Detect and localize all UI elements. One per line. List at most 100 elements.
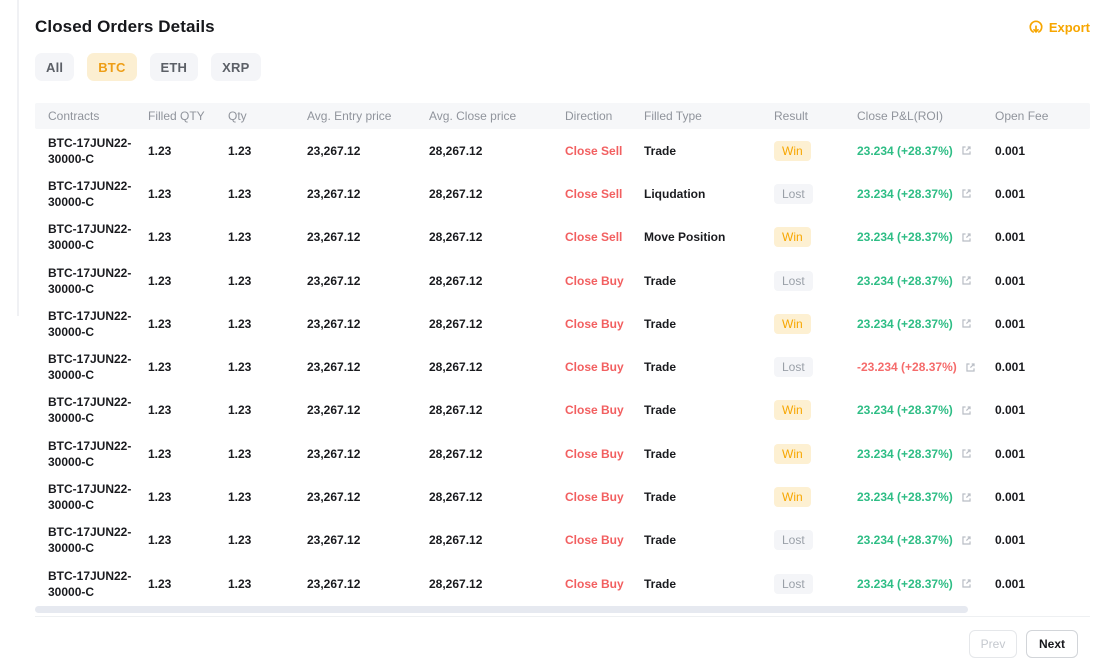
cell-open-fee: 0.001 xyxy=(995,576,1026,591)
table-row: BTC-17JUN22-30000-C 1.23 1.23 23,267.12 … xyxy=(35,259,1090,302)
result-badge: Lost xyxy=(774,270,813,291)
cell-close-pnl: 23.234 (+28.37%) xyxy=(857,187,995,201)
cell-filled-type: Trade xyxy=(644,576,677,591)
cell-contracts: BTC-17JUN22-30000-C xyxy=(48,525,132,556)
cell-open-fee: 0.001 xyxy=(995,446,1026,461)
cell-direction: Close Buy xyxy=(565,446,624,461)
cell-close-pnl: 23.234 (+28.37%) xyxy=(857,317,995,331)
column-header-direction: Direction xyxy=(565,109,613,123)
table-row: BTC-17JUN22-30000-C 1.23 1.23 23,267.12 … xyxy=(35,389,1090,432)
tab-all[interactable]: All xyxy=(35,53,75,81)
cell-avg-entry-price: 23,267.12 xyxy=(307,230,361,245)
external-link-icon[interactable] xyxy=(960,144,973,157)
cell-filled-type: Trade xyxy=(644,273,677,288)
result-badge: Win xyxy=(774,140,811,161)
cell-open-fee: 0.001 xyxy=(995,403,1026,418)
scrollbar-thumb[interactable] xyxy=(35,606,968,614)
column-header-close-p-l-roi: Close P&L(ROI) xyxy=(857,109,944,123)
cell-filled-qty: 1.23 xyxy=(148,490,172,505)
tab-xrp[interactable]: XRP xyxy=(211,53,261,81)
pnl-value: 23.234 (+28.37%) xyxy=(857,273,953,288)
cell-result: Lost xyxy=(774,573,857,594)
external-link-icon[interactable] xyxy=(960,231,973,244)
table-bottom-divider xyxy=(35,616,1090,618)
pnl-value: 23.234 (+28.37%) xyxy=(857,490,953,505)
next-button[interactable]: Next xyxy=(1026,630,1078,659)
pnl-value: 23.234 (+28.37%) xyxy=(857,143,953,158)
page-title: Closed Orders Details xyxy=(35,17,215,36)
cell-filled-type: Trade xyxy=(644,316,677,331)
external-link-icon[interactable] xyxy=(960,491,973,504)
external-link-icon[interactable] xyxy=(960,274,973,287)
external-link-icon[interactable] xyxy=(960,317,973,330)
cell-result: Lost xyxy=(774,530,857,551)
table-row: BTC-17JUN22-30000-C 1.23 1.23 23,267.12 … xyxy=(35,519,1090,562)
cell-close-pnl: 23.234 (+28.37%) xyxy=(857,403,995,417)
cell-qty: 1.23 xyxy=(228,576,252,591)
cell-filled-type: Trade xyxy=(644,403,677,418)
table-body: BTC-17JUN22-30000-C 1.23 1.23 23,267.12 … xyxy=(35,129,1090,605)
cell-close-pnl: 23.234 (+28.37%) xyxy=(857,577,995,591)
column-header-open-fee: Open Fee xyxy=(995,109,1049,123)
pagination: Prev Next xyxy=(35,630,1090,659)
tab-eth[interactable]: ETH xyxy=(149,53,199,81)
cell-open-fee: 0.001 xyxy=(995,143,1026,158)
cell-filled-type: Move Position xyxy=(644,230,726,245)
table-row: BTC-17JUN22-30000-C 1.23 1.23 23,267.12 … xyxy=(35,345,1090,388)
cell-qty: 1.23 xyxy=(228,186,252,201)
external-link-icon[interactable] xyxy=(960,534,973,547)
cell-avg-entry-price: 23,267.12 xyxy=(307,186,361,201)
cell-open-fee: 0.001 xyxy=(995,186,1026,201)
external-link-icon[interactable] xyxy=(960,577,973,590)
cell-qty: 1.23 xyxy=(228,490,252,505)
cell-qty: 1.23 xyxy=(228,273,252,288)
cell-avg-entry-price: 23,267.12 xyxy=(307,533,361,548)
download-circle-icon xyxy=(1028,19,1044,35)
cell-filled-qty: 1.23 xyxy=(148,360,172,375)
column-header-filled-qty: Filled QTY xyxy=(148,109,205,123)
closed-orders-panel: Closed Orders Details Export All BTC ETH XR… xyxy=(0,0,1110,659)
column-header-avg-entry-price: Avg. Entry price xyxy=(307,109,392,123)
cell-avg-close-price: 28,267.12 xyxy=(429,446,483,461)
cell-filled-type: Trade xyxy=(644,490,677,505)
external-link-icon[interactable] xyxy=(964,361,977,374)
cell-result: Win xyxy=(774,140,857,161)
cell-filled-type: Trade xyxy=(644,533,677,548)
cell-filled-type: Trade xyxy=(644,446,677,461)
cell-contracts: BTC-17JUN22-30000-C xyxy=(48,482,132,513)
cell-direction: Close Buy xyxy=(565,576,624,591)
cell-contracts: BTC-17JUN22-30000-C xyxy=(48,395,132,426)
external-link-icon[interactable] xyxy=(960,404,973,417)
cell-avg-entry-price: 23,267.12 xyxy=(307,446,361,461)
result-badge: Win xyxy=(774,487,811,508)
export-button[interactable]: Export xyxy=(1028,19,1090,35)
cell-contracts: BTC-17JUN22-30000-C xyxy=(48,222,132,253)
table-row: BTC-17JUN22-30000-C 1.23 1.23 23,267.12 … xyxy=(35,302,1090,345)
cell-avg-entry-price: 23,267.12 xyxy=(307,316,361,331)
external-link-icon[interactable] xyxy=(960,187,973,200)
cell-result: Win xyxy=(774,313,857,334)
cell-contracts: BTC-17JUN22-30000-C xyxy=(48,352,132,383)
cell-avg-close-price: 28,267.12 xyxy=(429,316,483,331)
external-link-icon[interactable] xyxy=(960,447,973,460)
cell-contracts: BTC-17JUN22-30000-C xyxy=(48,178,132,209)
cell-avg-entry-price: 23,267.12 xyxy=(307,273,361,288)
prev-button[interactable]: Prev xyxy=(969,630,1017,659)
cell-filled-qty: 1.23 xyxy=(148,273,172,288)
result-badge: Lost xyxy=(774,573,813,594)
tab-btc[interactable]: BTC xyxy=(87,53,137,81)
cell-avg-close-price: 28,267.12 xyxy=(429,186,483,201)
table-row: BTC-17JUN22-30000-C 1.23 1.23 23,267.12 … xyxy=(35,216,1090,259)
column-header-qty: Qty xyxy=(228,109,247,123)
cell-close-pnl: 23.234 (+28.37%) xyxy=(857,533,995,547)
cell-filled-type: Trade xyxy=(644,360,677,375)
cell-open-fee: 0.001 xyxy=(995,360,1026,375)
cell-direction: Close Buy xyxy=(565,533,624,548)
export-label: Export xyxy=(1048,19,1090,35)
cell-close-pnl: 23.234 (+28.37%) xyxy=(857,274,995,288)
cell-avg-entry-price: 23,267.12 xyxy=(307,403,361,418)
cell-close-pnl: 23.234 (+28.37%) xyxy=(857,490,995,504)
horizontal-scrollbar[interactable] xyxy=(35,606,1090,614)
cell-contracts: BTC-17JUN22-30000-C xyxy=(48,308,132,339)
result-badge: Win xyxy=(774,400,811,421)
